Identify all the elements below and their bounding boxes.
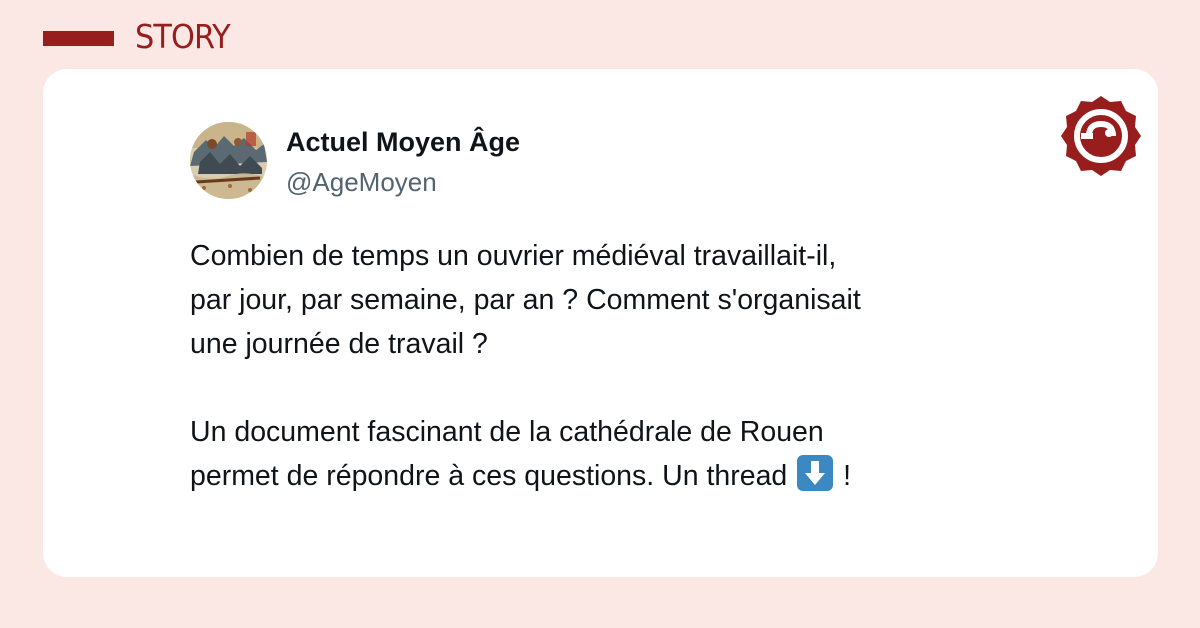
tweet-line: Un document fascinant de la cathédrale d…	[190, 416, 824, 448]
seal-logo-icon	[1058, 93, 1144, 179]
tweet-line: une journée de travail ?	[190, 328, 488, 360]
story-accent-bar	[43, 31, 114, 46]
tweet-line: par jour, par semaine, par an ? Comment …	[190, 284, 861, 316]
tweet-body: Combien de temps un ouvrier médiéval tra…	[190, 234, 1090, 498]
display-name[interactable]: Actuel Moyen Âge	[286, 125, 520, 159]
avatar-image-icon	[190, 122, 267, 199]
down-arrow-emoji-icon	[797, 455, 834, 491]
tweet-text-segment: permet de répondre à ces questions. Un t…	[190, 460, 796, 492]
tweet-line: permet de répondre à ces questions. Un t…	[190, 454, 1090, 498]
user-handle[interactable]: @AgeMoyen	[286, 165, 437, 199]
tweet-card: Actuel Moyen Âge @AgeMoyen Combien de te…	[43, 69, 1158, 577]
tweet-line: Combien de temps un ouvrier médiéval tra…	[190, 240, 837, 272]
avatar[interactable]	[190, 122, 267, 199]
section-label: STORY	[135, 17, 231, 56]
tweet-text-segment: !	[835, 460, 852, 492]
